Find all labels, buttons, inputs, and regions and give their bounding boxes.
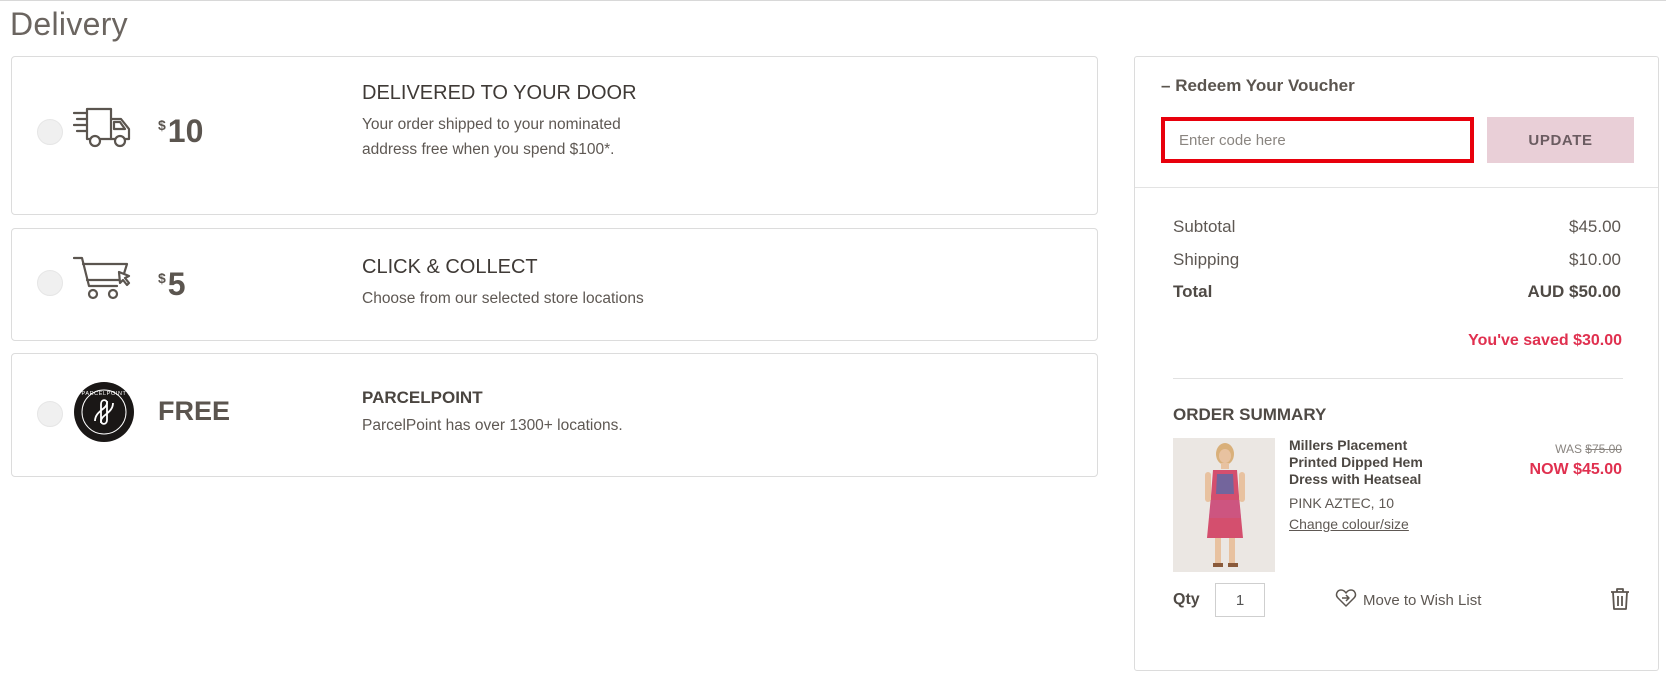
option-title-door: DELIVERED TO YOUR DOOR <box>362 82 637 104</box>
radio-click-collect[interactable] <box>37 270 63 296</box>
update-button[interactable]: UPDATE <box>1487 117 1634 163</box>
collapse-icon: – <box>1161 76 1171 95</box>
page-title: Delivery <box>10 6 128 42</box>
option-desc-door: Your order shipped to your nominated add… <box>362 116 621 158</box>
trash-icon[interactable] <box>1609 587 1631 616</box>
option-title-click-collect: CLICK & COLLECT <box>362 256 538 278</box>
change-colour-size-link[interactable]: Change colour/size <box>1289 516 1409 532</box>
parcelpoint-logo: PARCELPOINT <box>73 381 135 448</box>
total-row: Total AUD $50.00 <box>1173 282 1621 301</box>
delivery-option-door[interactable]: $10 DELIVERED TO YOUR DOOR Your order sh… <box>11 56 1098 215</box>
product-image[interactable] <box>1173 438 1275 572</box>
svg-text:PARCELPOINT: PARCELPOINT <box>81 391 126 397</box>
now-price: NOW $45.00 <box>1529 461 1622 478</box>
delivery-option-parcelpoint[interactable]: PARCELPOINT FREE PARCELPOINT ParcelPoint… <box>11 353 1098 477</box>
price-door: $10 <box>158 113 204 149</box>
top-divider <box>0 0 1666 1</box>
move-to-wishlist-button[interactable]: Move to Wish List <box>1335 588 1481 612</box>
qty-input[interactable] <box>1215 583 1265 617</box>
option-title-parcelpoint: PARCELPOINT <box>362 388 483 407</box>
was-price: WAS $75.00 <box>1555 442 1622 456</box>
order-sidebar: – Redeem Your Voucher UPDATE Subtotal$45… <box>1134 56 1659 671</box>
product-name-link[interactable]: Millers Placement Printed Dipped Hem Dre… <box>1289 437 1439 488</box>
product-variant: PINK AZTEC, 10 <box>1289 495 1395 511</box>
radio-door[interactable] <box>37 119 63 145</box>
voucher-code-input[interactable] <box>1161 117 1474 163</box>
option-desc-parcelpoint: ParcelPoint has over 1300+ locations. <box>362 417 623 434</box>
heart-icon <box>1335 588 1357 612</box>
shipping-row: Shipping $10.00 <box>1173 250 1621 269</box>
subtotal-row: Subtotal $45.00 <box>1173 217 1621 236</box>
divider <box>1173 378 1623 379</box>
shopping-cart-icon <box>72 256 135 307</box>
option-desc-click-collect: Choose from our selected store locations <box>362 290 644 307</box>
order-summary-title: ORDER SUMMARY <box>1173 405 1327 424</box>
price-click-collect: $5 <box>158 266 186 302</box>
qty-label: Qty <box>1173 591 1200 608</box>
voucher-toggle[interactable]: – Redeem Your Voucher <box>1161 76 1355 96</box>
delivery-option-click-collect[interactable]: $5 CLICK & COLLECT Choose from our selec… <box>11 228 1098 341</box>
savings-text: You've saved $30.00 <box>1468 332 1622 349</box>
divider <box>1135 187 1658 188</box>
price-parcelpoint: FREE <box>158 396 231 426</box>
radio-parcelpoint[interactable] <box>37 401 63 427</box>
delivery-truck-icon <box>72 107 133 154</box>
